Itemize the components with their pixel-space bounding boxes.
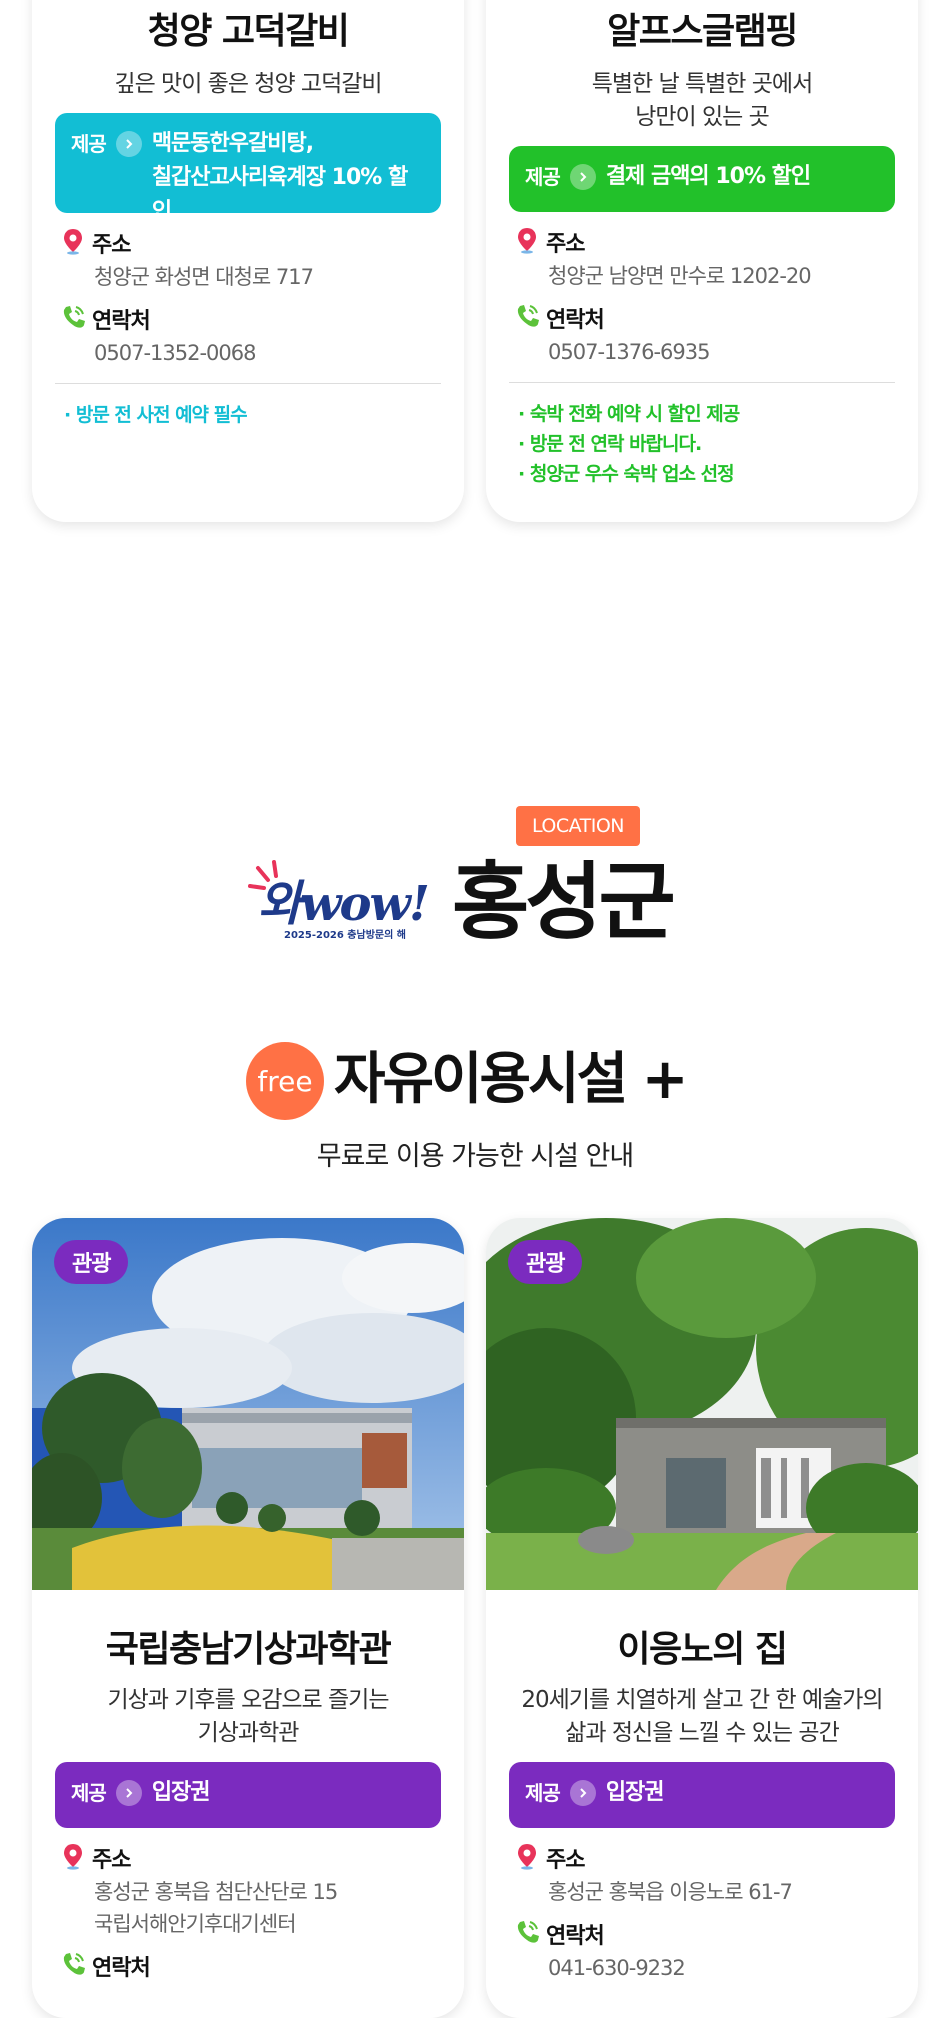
offer-value: 결제 금액의 10% 할인 [605, 164, 811, 189]
contact-section: 연락처 041-630-9232 [514, 1918, 890, 1984]
note-item: · 청양군 우수 숙박 업소 선정 [518, 463, 735, 485]
contact-label: 연락처 [92, 309, 151, 334]
chevron-right-icon [569, 1780, 596, 1806]
contact-value[interactable]: 0507-1376-6935 [548, 336, 890, 368]
contact-value[interactable]: 0507-1352-0068 [94, 337, 436, 369]
card-title: 청양 고덕갈비 [147, 11, 350, 52]
offer-label: 제공 [71, 1781, 107, 1805]
logo-text: 와wow! [258, 876, 430, 932]
note-item: · 방문 전 연락 바랍니다. [518, 433, 702, 455]
card-title: 이응노의 집 [617, 1629, 788, 1670]
card-title: 국립충남기상과학관 [105, 1629, 392, 1670]
notes-list: · 숙박 전화 예약 시 할인 제공 · 방문 전 연락 바랍니다. · 청양군… [518, 399, 890, 489]
location-pin-icon [60, 1842, 86, 1874]
offer-label: 제공 [525, 165, 561, 189]
address-value: 청양군 남양면 만수로 1202-20 [548, 264, 812, 288]
card-description: 20세기를 치열하게 살고 간 한 예술가의 삶과 정신을 느낄 수 있는 공간 [521, 1687, 883, 1746]
location-tag: LOCATION [516, 806, 640, 846]
free-subheading: 무료로 이용 가능한 시설 안내 [316, 1141, 634, 1172]
phone-icon [60, 1950, 86, 1982]
location-pin-icon [514, 1842, 540, 1874]
address-value: 청양군 화성면 대청로 717 [94, 265, 314, 289]
logo-subtext: 2025-2026 충남방문의 해 [284, 930, 406, 941]
address-section: 주소 홍성군 홍북읍 이응노로 61-7 [514, 1842, 890, 1908]
address-section: 주소 청양군 화성면 대청로 717 [60, 227, 436, 293]
offer-box: 제공 결제 금액의 10% 할인 [509, 146, 895, 212]
divider [55, 383, 441, 384]
contact-section: 연락처 [60, 1950, 436, 1982]
offer-value: 맥문동한우갈비탕, 칠갑산고사리육계장 10% 할인 [151, 131, 408, 224]
address-section: 주소 청양군 남양면 만수로 1202-20 [514, 226, 890, 292]
contact-section: 연락처 0507-1376-6935 [514, 302, 890, 368]
category-badge: 관광 [54, 1240, 129, 1284]
chevron-right-icon [569, 164, 596, 190]
offer-box: 제공 맥문동한우갈비탕, 칠갑산고사리육계장 10% 할인 [55, 113, 441, 224]
address-label: 주소 [546, 1848, 585, 1873]
offer-value: 입장권 [151, 1780, 211, 1805]
card-weather-science-museum[interactable]: 관광 국립충남기상과학관 기상과 기후를 오감으로 즐기는 기상과학관 제공 입… [32, 1218, 464, 2018]
notes-list: · 방문 전 사전 예약 필수 [64, 400, 436, 430]
chevron-right-icon [115, 1780, 142, 1806]
card-cheongyang-galbi: 청양 고덕갈비 깊은 맛이 좋은 청양 고덕갈비 제공 맥문동한우갈비탕, 칠갑… [32, 0, 464, 522]
wow-logo: 와wow! 2025-2026 충남방문의 해 [248, 858, 430, 944]
address-label: 주소 [92, 1848, 131, 1873]
contact-label: 연락처 [546, 1924, 605, 1949]
card-description: 특별한 날 특별한 곳에서 낭만이 있는 곳 [591, 71, 814, 130]
contact-value[interactable]: 041-630-9232 [548, 1952, 890, 1984]
divider [509, 382, 895, 383]
free-circle: free [246, 1042, 324, 1120]
phone-icon [514, 302, 540, 334]
address-label: 주소 [92, 233, 131, 258]
phone-icon [60, 303, 86, 335]
offer-box: 제공 입장권 [55, 1762, 441, 1828]
offer-label: 제공 [525, 1781, 561, 1805]
card-description: 깊은 맛이 좋은 청양 고덕갈비 [114, 71, 382, 97]
address-value: 홍성군 홍북읍 첨단산단로 15 국립서해안기후대기센터 [94, 1880, 338, 1936]
offer-value: 입장권 [605, 1780, 665, 1805]
offer-label: 제공 [71, 132, 107, 156]
address-section: 주소 홍성군 홍북읍 첨단산단로 15 국립서해안기후대기센터 [60, 1842, 436, 1940]
category-badge: 관광 [508, 1240, 583, 1284]
contact-section: 연락처 0507-1352-0068 [60, 303, 436, 369]
contact-label: 연락처 [92, 1956, 151, 1981]
card-description: 기상과 기후를 오감으로 즐기는 기상과학관 [107, 1687, 389, 1746]
location-pin-icon [60, 227, 86, 259]
phone-icon [514, 1918, 540, 1950]
offer-box: 제공 입장권 [509, 1762, 895, 1828]
card-alps-glamping: 알프스글램핑 특별한 날 특별한 곳에서 낭만이 있는 곳 제공 결제 금액의 … [486, 0, 918, 522]
contact-label: 연락처 [546, 308, 605, 333]
address-value: 홍성군 홍북읍 이응노로 61-7 [548, 1880, 793, 1904]
address-label: 주소 [546, 232, 585, 257]
region-title: 홍성군 [452, 853, 676, 951]
card-title: 알프스글램핑 [607, 11, 798, 52]
free-heading: 자유이용시설 + [334, 1047, 689, 1112]
note-item: · 방문 전 사전 예약 필수 [64, 404, 248, 426]
chevron-right-icon [115, 131, 142, 157]
location-pin-icon [514, 226, 540, 258]
card-leeungno-house[interactable]: 관광 이응노의 집 20세기를 치열하게 살고 간 한 예술가의 삶과 정신을 … [486, 1218, 918, 2018]
note-item: · 숙박 전화 예약 시 할인 제공 [518, 403, 740, 425]
